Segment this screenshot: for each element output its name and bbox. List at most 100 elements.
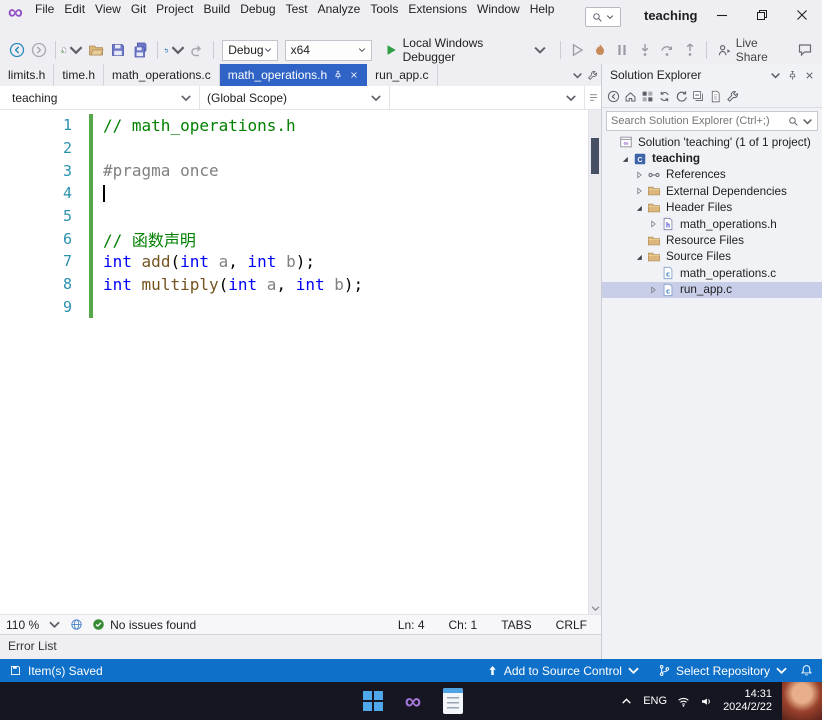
tab-list-chevron-icon[interactable] <box>572 70 583 81</box>
collapse-arrow-icon[interactable] <box>634 202 647 214</box>
start-without-debugging-icon[interactable] <box>566 38 588 62</box>
tab-math-operations-c[interactable]: math_operations.c <box>104 64 220 86</box>
eol-indicator[interactable]: CRLF <box>556 618 587 632</box>
volume-icon[interactable] <box>700 695 713 708</box>
tab-math-operations-h[interactable]: math_operations.h <box>219 64 368 86</box>
document-outline-icon[interactable] <box>585 86 601 109</box>
menu-build[interactable]: Build <box>199 1 236 18</box>
solution-explorer-search[interactable] <box>606 111 818 131</box>
menu-extensions[interactable]: Extensions <box>403 1 472 18</box>
window-layout-icon[interactable] <box>587 70 598 81</box>
navigate-forward-icon[interactable] <box>29 38 51 62</box>
scrollbar-thumb[interactable] <box>591 138 599 174</box>
menu-view[interactable]: View <box>90 1 126 18</box>
start-button[interactable] <box>358 686 388 716</box>
save-all-icon[interactable] <box>130 38 152 62</box>
tree-item-source-files[interactable]: Source Files <box>602 249 822 265</box>
solution-configuration-combo[interactable]: Debug <box>222 39 278 61</box>
back-icon[interactable] <box>607 90 620 103</box>
tree-item-header-files[interactable]: Header Files <box>602 200 822 216</box>
code-line-3[interactable]: 3 #pragma once <box>0 159 588 183</box>
menu-analyze[interactable]: Analyze <box>313 1 366 18</box>
close-button[interactable] <box>782 0 822 30</box>
redo-icon[interactable] <box>187 38 209 62</box>
tree-item-run-app-c[interactable]: c run_app.c <box>602 281 822 298</box>
close-panel-icon[interactable] <box>801 70 818 81</box>
collapse-all-icon[interactable] <box>692 90 705 103</box>
error-list-panel-tab[interactable]: Error List <box>0 634 601 659</box>
live-share-button[interactable]: Live Share <box>712 36 794 64</box>
menu-project[interactable]: Project <box>151 1 198 18</box>
tree-item-teaching[interactable]: Cteaching <box>602 150 822 166</box>
tree-item-resource-files[interactable]: Resource Files <box>602 232 822 248</box>
code-line-1[interactable]: 1 // math_operations.h <box>0 114 588 137</box>
language-indicator[interactable]: ENG <box>643 695 667 707</box>
save-icon[interactable] <box>108 38 130 62</box>
break-all-icon[interactable] <box>612 38 634 62</box>
taskbar-visual-studio-icon[interactable]: ∞ <box>398 686 428 716</box>
collapse-arrow-icon[interactable] <box>620 153 633 165</box>
feedback-icon[interactable] <box>794 38 816 62</box>
code-editor[interactable]: 1 // math_operations.h 2 3 #pragma once 4 5 6 //… <box>0 110 588 614</box>
step-out-icon[interactable] <box>679 38 701 62</box>
code-line-2[interactable]: 2 <box>0 136 588 160</box>
code-line-8[interactable]: 8 int multiply(int a, int b); <box>0 272 588 296</box>
navigate-back-icon[interactable] <box>6 38 28 62</box>
switch-views-icon[interactable] <box>641 90 654 103</box>
menu-help[interactable]: Help <box>525 1 560 18</box>
network-icon[interactable] <box>677 695 690 708</box>
add-to-source-control-button[interactable]: Add to Source Control <box>480 664 646 678</box>
menu-tools[interactable]: Tools <box>365 1 403 18</box>
pin-icon[interactable] <box>784 70 801 81</box>
undo-icon[interactable] <box>163 38 186 62</box>
pin-icon[interactable] <box>333 70 343 80</box>
menu-file[interactable]: File <box>30 1 59 18</box>
member-dropdown[interactable] <box>390 86 585 109</box>
project-dropdown[interactable]: teaching <box>0 86 200 109</box>
step-over-icon[interactable] <box>657 38 679 62</box>
new-file-icon[interactable] <box>61 38 84 62</box>
code-line-6[interactable]: 6 // 函数声明 <box>0 227 588 251</box>
close-tab-icon[interactable] <box>349 70 359 80</box>
tree-item-external-dependencies[interactable]: External Dependencies <box>602 183 822 199</box>
editor-scrollbar[interactable] <box>588 110 601 614</box>
show-all-files-icon[interactable] <box>709 90 722 103</box>
restore-button[interactable] <box>742 0 782 30</box>
minimize-button[interactable] <box>702 0 742 30</box>
menu-debug[interactable]: Debug <box>235 1 280 18</box>
expand-arrow-icon[interactable] <box>634 169 647 181</box>
solution-platform-combo[interactable]: x64 <box>284 39 372 61</box>
tree-item-references[interactable]: References <box>602 167 822 183</box>
search-button[interactable] <box>585 7 621 27</box>
issues-indicator[interactable]: No issues found <box>92 618 196 632</box>
code-line-9[interactable]: 9 <box>0 295 588 319</box>
zoom-level[interactable]: 110 % <box>6 618 39 632</box>
tab-limits-h[interactable]: limits.h <box>0 64 55 86</box>
line-indicator[interactable]: Ln: 4 <box>398 618 425 632</box>
tree-item-solution-teaching-1-of-1-project[interactable]: ∞ Solution 'teaching' (1 of 1 project) <box>602 134 822 150</box>
notifications-bell-icon[interactable] <box>800 664 813 677</box>
tray-expand-icon[interactable] <box>620 695 633 708</box>
solution-explorer-search-input[interactable] <box>611 115 785 127</box>
scope-dropdown[interactable]: (Global Scope) <box>200 86 390 109</box>
panel-options-chevron-icon[interactable] <box>767 70 784 81</box>
properties-icon[interactable] <box>726 90 739 103</box>
open-file-icon[interactable] <box>85 38 107 62</box>
globe-icon[interactable] <box>70 618 83 631</box>
taskbar-clock[interactable]: 14:31 2024/2/22 <box>723 688 772 714</box>
collapse-arrow-icon[interactable] <box>634 251 647 263</box>
tree-item-math-operations-h[interactable]: h math_operations.h <box>602 216 822 232</box>
code-line-7[interactable]: 7 int add(int a, int b); <box>0 250 588 273</box>
taskbar-notepad-icon[interactable] <box>438 686 468 716</box>
code-line-5[interactable]: 5 <box>0 204 588 228</box>
step-into-icon[interactable] <box>634 38 656 62</box>
menu-edit[interactable]: Edit <box>59 1 90 18</box>
start-debugging-button[interactable]: Local Windows Debugger <box>378 36 554 64</box>
code-line-4[interactable]: 4 <box>0 182 588 205</box>
expand-arrow-icon[interactable] <box>648 284 661 296</box>
tab-time-h[interactable]: time.h <box>54 64 105 86</box>
expand-arrow-icon[interactable] <box>634 185 647 197</box>
home-icon[interactable] <box>624 90 637 103</box>
sync-active-document-icon[interactable] <box>658 90 671 103</box>
hot-reload-icon[interactable] <box>589 38 611 62</box>
